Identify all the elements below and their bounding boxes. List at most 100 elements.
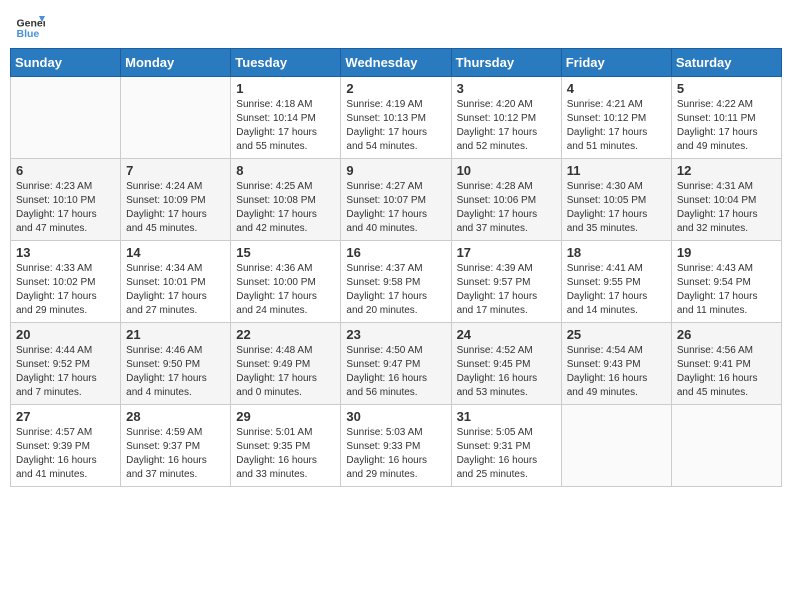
calendar-day-cell: 20 Sunrise: 4:44 AMSunset: 9:52 PMDayligh… [11,323,121,405]
calendar-week-row: 1 Sunrise: 4:18 AMSunset: 10:14 PMDayligh… [11,77,782,159]
day-number: 18 [567,245,666,260]
day-info: Sunrise: 4:39 AMSunset: 9:57 PMDaylight:… [457,262,556,318]
day-info: Sunrise: 4:20 AMSunset: 10:12 PMDaylight… [457,98,556,154]
day-info: Sunrise: 4:36 AMSunset: 10:00 PMDaylight… [236,262,335,318]
day-info: Sunrise: 4:24 AMSunset: 10:09 PMDaylight… [126,180,225,236]
calendar-day-header: Saturday [671,49,781,77]
day-info: Sunrise: 4:30 AMSunset: 10:05 PMDaylight… [567,180,666,236]
calendar-week-row: 27 Sunrise: 4:57 AMSunset: 9:39 PMDayligh… [11,405,782,487]
day-info: Sunrise: 4:44 AMSunset: 9:52 PMDaylight:… [16,344,115,400]
calendar-day-cell: 19 Sunrise: 4:43 AMSunset: 9:54 PMDayligh… [671,241,781,323]
day-number: 30 [346,409,445,424]
calendar-day-cell [121,77,231,159]
day-info: Sunrise: 4:22 AMSunset: 10:11 PMDaylight… [677,98,776,154]
day-info: Sunrise: 5:03 AMSunset: 9:33 PMDaylight:… [346,426,445,482]
calendar-day-cell: 1 Sunrise: 4:18 AMSunset: 10:14 PMDayligh… [231,77,341,159]
calendar-day-cell [11,77,121,159]
calendar-day-cell: 11 Sunrise: 4:30 AMSunset: 10:05 PMDaylig… [561,159,671,241]
day-info: Sunrise: 4:19 AMSunset: 10:13 PMDaylight… [346,98,445,154]
calendar-week-row: 6 Sunrise: 4:23 AMSunset: 10:10 PMDayligh… [11,159,782,241]
calendar-day-cell: 16 Sunrise: 4:37 AMSunset: 9:58 PMDayligh… [341,241,451,323]
day-info: Sunrise: 4:37 AMSunset: 9:58 PMDaylight:… [346,262,445,318]
calendar-header-row: SundayMondayTuesdayWednesdayThursdayFrid… [11,49,782,77]
day-info: Sunrise: 4:46 AMSunset: 9:50 PMDaylight:… [126,344,225,400]
day-number: 23 [346,327,445,342]
calendar-day-cell: 18Sunrise: 4:41 AMSunset: 9:55 PMDayligh… [561,241,671,323]
calendar-day-cell: 8 Sunrise: 4:25 AMSunset: 10:08 PMDayligh… [231,159,341,241]
calendar-day-cell: 4 Sunrise: 4:21 AMSunset: 10:12 PMDayligh… [561,77,671,159]
calendar-day-cell: 9 Sunrise: 4:27 AMSunset: 10:07 PMDayligh… [341,159,451,241]
day-number: 22 [236,327,335,342]
calendar-day-cell: 15 Sunrise: 4:36 AMSunset: 10:00 PMDaylig… [231,241,341,323]
day-info: Sunrise: 4:59 AMSunset: 9:37 PMDaylight:… [126,426,225,482]
day-info: Sunrise: 5:05 AMSunset: 9:31 PMDaylight:… [457,426,556,482]
day-number: 4 [567,81,666,96]
day-info: Sunrise: 4:18 AMSunset: 10:14 PMDaylight… [236,98,335,154]
calendar-week-row: 13 Sunrise: 4:33 AMSunset: 10:02 PMDaylig… [11,241,782,323]
calendar-day-header: Thursday [451,49,561,77]
calendar-day-cell: 6 Sunrise: 4:23 AMSunset: 10:10 PMDayligh… [11,159,121,241]
day-number: 26 [677,327,776,342]
calendar-day-cell: 3 Sunrise: 4:20 AMSunset: 10:12 PMDayligh… [451,77,561,159]
day-number: 5 [677,81,776,96]
day-info: Sunrise: 4:21 AMSunset: 10:12 PMDaylight… [567,98,666,154]
day-number: 19 [677,245,776,260]
day-info: Sunrise: 4:56 AMSunset: 9:41 PMDaylight:… [677,344,776,400]
calendar-day-cell: 24 Sunrise: 4:52 AMSunset: 9:45 PMDayligh… [451,323,561,405]
day-number: 8 [236,163,335,178]
day-number: 25 [567,327,666,342]
day-number: 12 [677,163,776,178]
day-number: 15 [236,245,335,260]
calendar-day-cell: 14 Sunrise: 4:34 AMSunset: 10:01 PMDaylig… [121,241,231,323]
calendar-week-row: 20 Sunrise: 4:44 AMSunset: 9:52 PMDayligh… [11,323,782,405]
calendar-day-cell: 21 Sunrise: 4:46 AMSunset: 9:50 PMDayligh… [121,323,231,405]
day-info: Sunrise: 4:43 AMSunset: 9:54 PMDaylight:… [677,262,776,318]
day-number: 13 [16,245,115,260]
calendar-day-cell: 29Sunrise: 5:01 AMSunset: 9:35 PMDayligh… [231,405,341,487]
day-number: 17 [457,245,556,260]
calendar-day-header: Sunday [11,49,121,77]
day-info: Sunrise: 4:52 AMSunset: 9:45 PMDaylight:… [457,344,556,400]
calendar-day-cell: 23 Sunrise: 4:50 AMSunset: 9:47 PMDayligh… [341,323,451,405]
calendar-day-cell: 27 Sunrise: 4:57 AMSunset: 9:39 PMDayligh… [11,405,121,487]
svg-text:Blue: Blue [17,28,40,40]
calendar-day-cell: 31Sunrise: 5:05 AMSunset: 9:31 PMDayligh… [451,405,561,487]
day-number: 20 [16,327,115,342]
day-number: 24 [457,327,556,342]
day-info: Sunrise: 4:50 AMSunset: 9:47 PMDaylight:… [346,344,445,400]
calendar-day-header: Monday [121,49,231,77]
day-info: Sunrise: 4:57 AMSunset: 9:39 PMDaylight:… [16,426,115,482]
day-info: Sunrise: 4:25 AMSunset: 10:08 PMDaylight… [236,180,335,236]
day-number: 27 [16,409,115,424]
calendar-day-header: Tuesday [231,49,341,77]
day-number: 14 [126,245,225,260]
page-header: General Blue [10,10,782,40]
day-info: Sunrise: 4:33 AMSunset: 10:02 PMDaylight… [16,262,115,318]
day-number: 1 [236,81,335,96]
day-info: Sunrise: 4:54 AMSunset: 9:43 PMDaylight:… [567,344,666,400]
day-number: 11 [567,163,666,178]
calendar-day-cell: 5 Sunrise: 4:22 AMSunset: 10:11 PMDayligh… [671,77,781,159]
day-number: 7 [126,163,225,178]
day-number: 6 [16,163,115,178]
day-info: Sunrise: 4:31 AMSunset: 10:04 PMDaylight… [677,180,776,236]
day-number: 21 [126,327,225,342]
calendar-day-cell: 10 Sunrise: 4:28 AMSunset: 10:06 PMDaylig… [451,159,561,241]
calendar-day-cell: 28Sunrise: 4:59 AMSunset: 9:37 PMDayligh… [121,405,231,487]
calendar-day-cell: 12 Sunrise: 4:31 AMSunset: 10:04 PMDaylig… [671,159,781,241]
day-number: 10 [457,163,556,178]
calendar-day-cell [561,405,671,487]
day-number: 9 [346,163,445,178]
calendar-table: SundayMondayTuesdayWednesdayThursdayFrid… [10,48,782,487]
calendar-day-cell: 22Sunrise: 4:48 AMSunset: 9:49 PMDayligh… [231,323,341,405]
day-number: 16 [346,245,445,260]
calendar-day-cell: 2Sunrise: 4:19 AMSunset: 10:13 PMDayligh… [341,77,451,159]
day-info: Sunrise: 4:27 AMSunset: 10:07 PMDaylight… [346,180,445,236]
calendar-day-header: Wednesday [341,49,451,77]
day-info: Sunrise: 4:23 AMSunset: 10:10 PMDaylight… [16,180,115,236]
day-number: 3 [457,81,556,96]
day-info: Sunrise: 4:34 AMSunset: 10:01 PMDaylight… [126,262,225,318]
calendar-day-header: Friday [561,49,671,77]
calendar-day-cell: 30 Sunrise: 5:03 AMSunset: 9:33 PMDayligh… [341,405,451,487]
day-info: Sunrise: 4:28 AMSunset: 10:06 PMDaylight… [457,180,556,236]
